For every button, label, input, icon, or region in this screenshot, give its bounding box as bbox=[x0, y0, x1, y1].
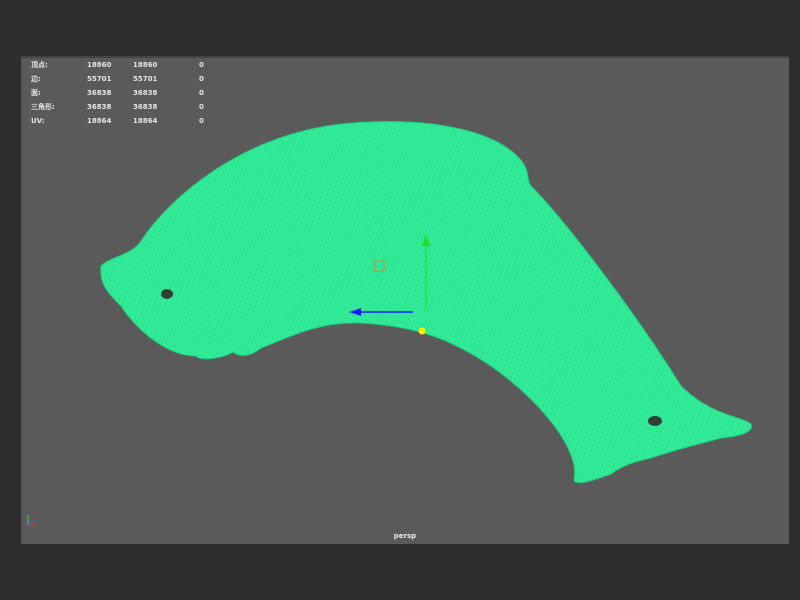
mesh-hole-right bbox=[648, 416, 662, 426]
hud-row-triangles: 三角形: 36838 36838 0 bbox=[31, 100, 219, 114]
hud-value: 36838 bbox=[133, 103, 158, 111]
poly-count-hud: 顶点: 18860 18860 0 边: 55701 55701 0 面: 36… bbox=[31, 58, 219, 128]
hud-value: 0 bbox=[199, 117, 204, 125]
hud-value: 18864 bbox=[87, 117, 112, 125]
hud-label: 顶点: bbox=[31, 61, 48, 69]
hud-value: 0 bbox=[199, 75, 204, 83]
mesh-hole-left bbox=[161, 289, 173, 299]
viewport-persp[interactable]: 顶点: 18860 18860 0 边: 55701 55701 0 面: 36… bbox=[21, 56, 789, 544]
hud-label: 三角形: bbox=[31, 103, 55, 111]
hud-row-uvs: UV: 18864 18864 0 bbox=[31, 114, 219, 128]
axis-triad-icon bbox=[27, 515, 37, 526]
hud-value: 0 bbox=[199, 61, 204, 69]
hud-value: 36838 bbox=[87, 89, 112, 97]
hud-value: 36838 bbox=[87, 103, 112, 111]
hud-label: UV: bbox=[31, 117, 45, 125]
hud-value: 55701 bbox=[133, 75, 158, 83]
hud-value: 18864 bbox=[133, 117, 158, 125]
hud-label: 边: bbox=[31, 75, 41, 83]
hud-row-edges: 边: 55701 55701 0 bbox=[31, 72, 219, 86]
hud-value: 0 bbox=[199, 89, 204, 97]
hud-label: 面: bbox=[31, 89, 41, 97]
pivot-point[interactable] bbox=[418, 327, 426, 335]
hud-row-faces: 面: 36838 36838 0 bbox=[31, 86, 219, 100]
hud-value: 18860 bbox=[87, 61, 112, 69]
hud-value: 55701 bbox=[87, 75, 112, 83]
hud-row-vertices: 顶点: 18860 18860 0 bbox=[31, 58, 219, 72]
hud-value: 0 bbox=[199, 103, 204, 111]
hud-value: 36838 bbox=[133, 89, 158, 97]
hud-value: 18860 bbox=[133, 61, 158, 69]
mesh-view[interactable] bbox=[21, 56, 789, 544]
camera-label: persp bbox=[393, 532, 417, 540]
maya-window: 顶点: 18860 18860 0 边: 55701 55701 0 面: 36… bbox=[0, 0, 800, 600]
